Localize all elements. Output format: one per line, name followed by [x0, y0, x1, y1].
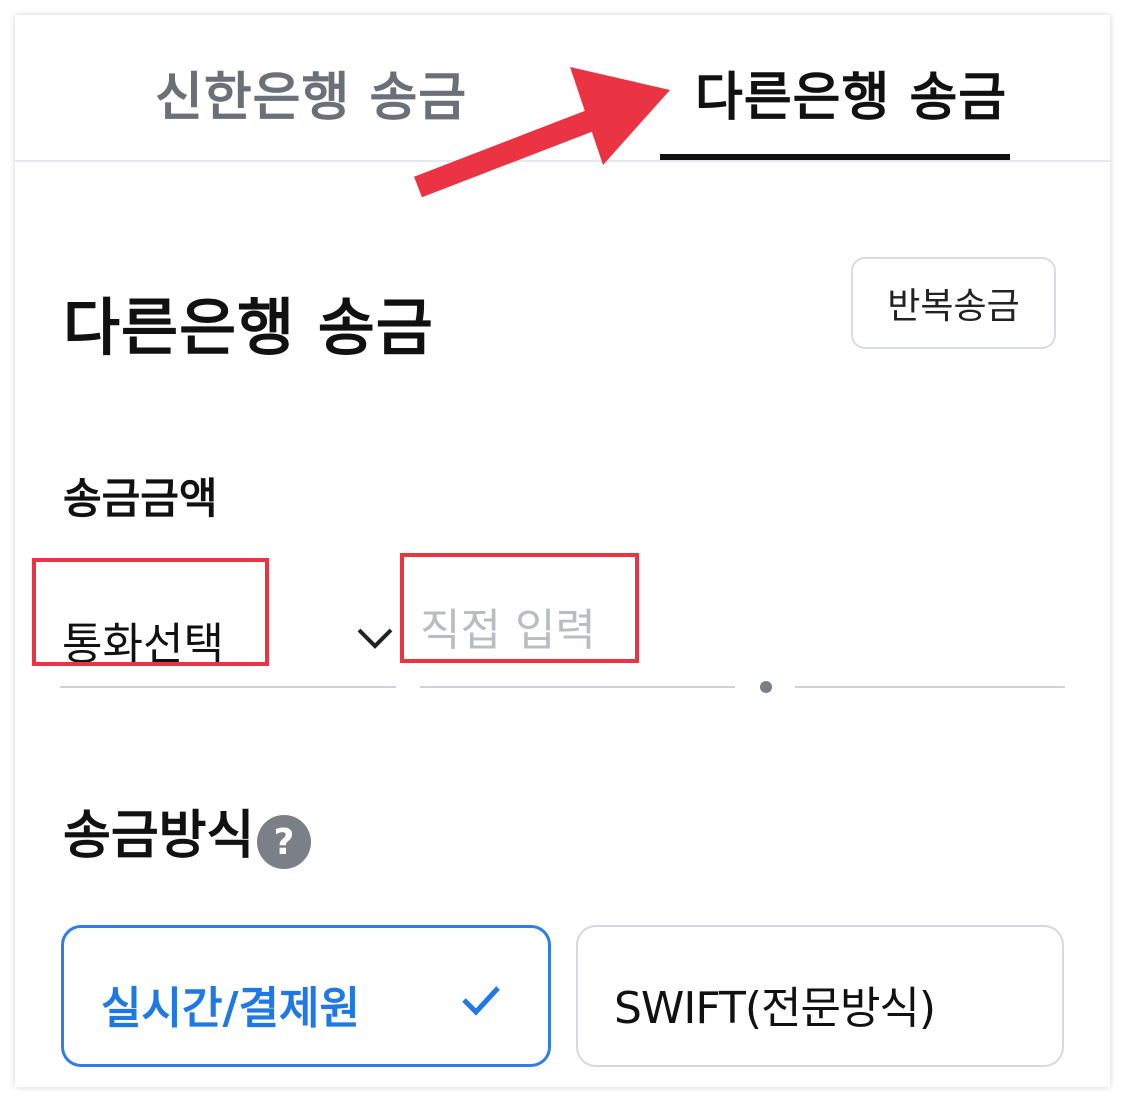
method-option-swift[interactable]: SWIFT(전문방식) [576, 925, 1064, 1067]
tab-other-bank-transfer[interactable]: 다른은행 송금 [695, 55, 1007, 130]
amount-integer-underline [420, 686, 735, 688]
amount-label: 송금금액 [63, 474, 218, 523]
active-tab-indicator [660, 154, 1010, 160]
method-option-label: 실시간/결제원 [101, 983, 360, 1034]
decimal-point [760, 681, 772, 693]
chevron-down-icon [357, 628, 393, 649]
help-icon[interactable]: ? [257, 815, 311, 869]
amount-input[interactable] [420, 600, 735, 660]
tab-bar: 신한은행 송금 다른은행 송금 [15, 15, 1110, 162]
tab-shinhan-transfer[interactable]: 신한은행 송금 [155, 55, 467, 130]
amount-field [420, 560, 1065, 693]
amount-decimal-underline [795, 686, 1065, 688]
currency-select[interactable]: 통화선택 [60, 560, 400, 690]
repeat-transfer-button[interactable]: 반복송금 [851, 257, 1056, 349]
method-option-label: SWIFT(전문방식) [614, 983, 936, 1034]
check-icon [462, 986, 500, 1016]
page-title: 다른은행 송금 [63, 291, 434, 364]
transfer-card: 신한은행 송금 다른은행 송금 다른은행 송금 반복송금 송금금액 통화선택 송… [15, 15, 1110, 1087]
currency-underline [60, 686, 396, 688]
method-option-realtime[interactable]: 실시간/결제원 [61, 925, 551, 1067]
currency-select-value: 통화선택 [62, 619, 224, 670]
transfer-method-label: 송금방식 [63, 806, 255, 866]
